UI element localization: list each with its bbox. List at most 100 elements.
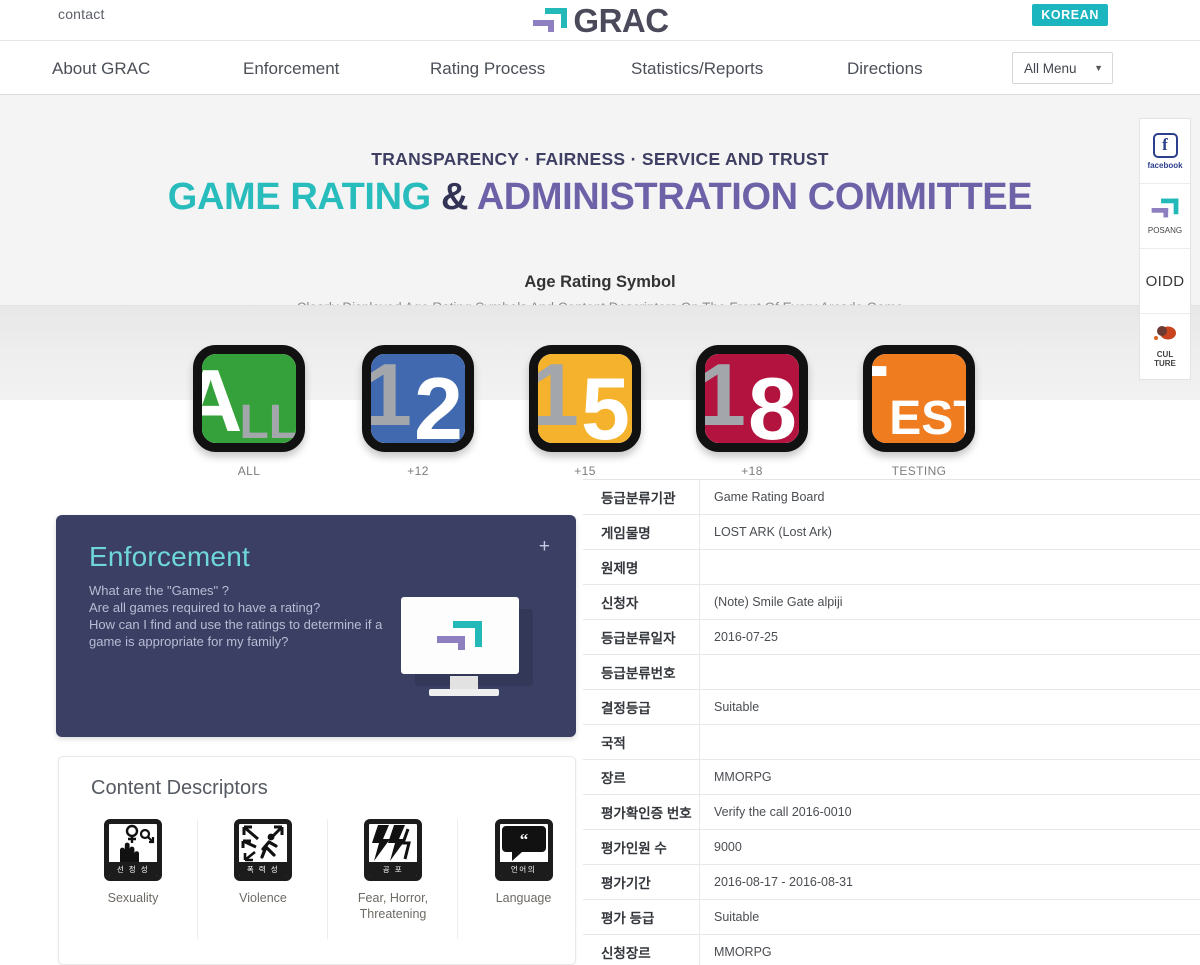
grac-bracket-icon [1150,197,1180,224]
table-row: 결정등급 Suitable [583,690,1200,725]
symbol-small-char: 2 [414,358,463,452]
symbol-glyph-15: 1 5 [538,354,632,443]
table-row: 등급분류번호 [583,655,1200,690]
symbol-small-char: LL [239,395,299,449]
all-menu-dropdown[interactable]: All Menu ▼ [1012,52,1113,84]
facebook-icon: f [1152,132,1178,158]
descriptor-sexuality[interactable]: 선 정 성 Sexuality [69,819,198,939]
rating-symbol-testing[interactable]: T EST TESTING [863,345,975,478]
table-cell-key: 장르 [583,760,700,794]
oidd-text-icon: OIDD [1145,272,1185,290]
age-rating-symbol-heading: Age Rating Symbol [524,273,676,291]
enforcement-card[interactable]: Enforcement What are the "Games" ? Are a… [56,515,576,737]
logo-text: GRAC [573,1,669,39]
nav-item-rating-process[interactable]: Rating Process [430,41,545,96]
table-row: 장르 MMORPG [583,760,1200,795]
descriptor-korean-label: 공 포 [369,862,417,876]
chevron-down-icon: ▼ [1094,62,1103,73]
rating-symbol-box-testing: T EST [863,345,975,452]
table-row: 평가인원 수 9000 [583,830,1200,865]
lightning-fear-icon: 공 포 [364,819,422,881]
table-cell-key: 평가기간 [583,865,700,899]
top-utility-bar: contact GRAC KOREAN [0,0,1200,40]
game-detail-table: 등급분류기관 Game Rating Board 게임물명 LOST ARK (… [583,479,1200,965]
table-row: 등급분류기관 Game Rating Board [583,480,1200,515]
table-cell-key: 등급분류기관 [583,480,700,514]
sidebar-item-posang[interactable]: POSANG [1140,184,1190,249]
symbol-glyph-all: A LL [202,354,296,443]
rating-symbol-15[interactable]: 1 5 +15 [529,345,641,478]
table-cell-key: 등급분류번호 [583,655,700,689]
sidebar-item-facebook[interactable]: f facebook [1140,119,1190,184]
nav-item-enforcement[interactable]: Enforcement [243,41,339,96]
symbol-big-char: T [872,354,887,441]
table-cell-value: Suitable [714,700,760,714]
table-cell-key: 평가 등급 [583,900,700,934]
rating-symbol-box-all: A LL [193,345,305,452]
rating-symbol-label-12: +12 [407,464,429,478]
rating-symbol-label-18: +18 [741,464,763,478]
sidebar-item-oidd[interactable]: OIDD [1140,249,1190,314]
contact-link[interactable]: contact [58,6,105,22]
symbol-big-char: A [202,356,242,443]
descriptor-label-fear-horror: Fear, Horror, Threatening [357,891,429,922]
table-cell-value: MMORPG [714,945,772,959]
table-cell-value: 2016-07-25 [714,630,778,644]
descriptor-korean-label: 선 정 성 [109,862,157,876]
table-cell-value: 9000 [714,840,742,854]
rating-symbols-row: A LL ALL 1 2 +12 1 5 [0,345,1200,485]
grac-bracket-icon [531,6,569,34]
symbol-glyph-18: 1 8 [705,354,799,443]
speech-bubble-language-icon: “ 언어의 [494,819,553,881]
rating-symbol-all[interactable]: A LL ALL [193,345,305,478]
all-menu-label: All Menu [1024,60,1077,76]
nav-item-about-grac[interactable]: About GRAC [52,41,150,96]
descriptor-label-language: Language [495,891,552,905]
symbol-big-char: 1 [697,345,746,444]
table-cell-key: 게임물명 [583,515,700,549]
nav-item-statistics-reports[interactable]: Statistics/Reports [631,41,763,96]
korean-language-button[interactable]: KOREAN [1032,4,1108,26]
content-descriptors-items: 선 정 성 Sexuality 폭 력 성 Violence 공 포 Fear,… [59,819,577,959]
table-cell-key: 평가확인증 번호 [583,795,700,829]
page-root: contact GRAC KOREAN About GRAC Enforceme… [0,0,1200,965]
symbol-small-char: 8 [748,358,797,452]
table-row: 평가기간 2016-08-17 - 2016-08-31 [583,865,1200,900]
table-cell-value: (Note) Smile Gate alpiji [714,595,843,609]
hero-tagline: TRANSPARENCY · FAIRNESS · SERVICE AND TR… [371,149,829,169]
rating-symbol-18[interactable]: 1 8 +18 [696,345,808,478]
table-cell-value [700,550,1200,584]
nav-items: About GRAC Enforcement Rating Process St… [0,41,1010,96]
table-cell-key: 원제명 [583,550,700,584]
descriptor-violence[interactable]: 폭 력 성 Violence [199,819,328,939]
table-row: 게임물명 LOST ARK (Lost Ark) [583,515,1200,550]
rating-symbol-box-12: 1 2 [362,345,474,452]
sidebar-label-culture: CUL TURE [1154,349,1176,368]
site-logo[interactable]: GRAC [531,1,669,39]
table-cell-value [700,725,1200,759]
symbol-small-char: EST [889,391,975,445]
enforcement-body: What are the "Games" ? Are all games req… [89,583,383,649]
sidebar-item-culture[interactable]: CUL TURE [1140,314,1190,379]
table-row: 국적 [583,725,1200,760]
shelf-divider [0,305,1200,306]
symbol-big-char: 1 [530,345,579,444]
table-row: 평가확인증 번호 Verify the call 2016-0010 [583,795,1200,830]
descriptor-fear-horror[interactable]: 공 포 Fear, Horror, Threatening [329,819,458,939]
descriptor-language[interactable]: “ 언어의 Language [459,819,588,939]
table-row: 평가 등급 Suitable [583,900,1200,935]
rating-symbol-box-15: 1 5 [529,345,641,452]
sidebar-label-posang: POSANG [1147,225,1183,235]
rating-symbol-12[interactable]: 1 2 +12 [362,345,474,478]
rating-symbol-label-all: ALL [237,464,261,478]
symbol-glyph-testing: T EST [872,354,966,443]
nav-item-directions[interactable]: Directions [847,41,923,96]
table-row: 등급분류일자 2016-07-25 [583,620,1200,655]
content-descriptors-card: Content Descriptors 선 정 성 Sexuality 폭 력 … [58,756,576,965]
plus-icon[interactable]: + [539,537,550,556]
culture-dots-icon [1152,325,1178,348]
table-cell-key: 신청자 [583,585,700,619]
table-cell-value: 2016-08-17 - 2016-08-31 [714,875,853,889]
title-part-purple: ADMINISTRATION COMMITTEE [476,176,1033,218]
table-cell-value: MMORPG [714,770,772,784]
